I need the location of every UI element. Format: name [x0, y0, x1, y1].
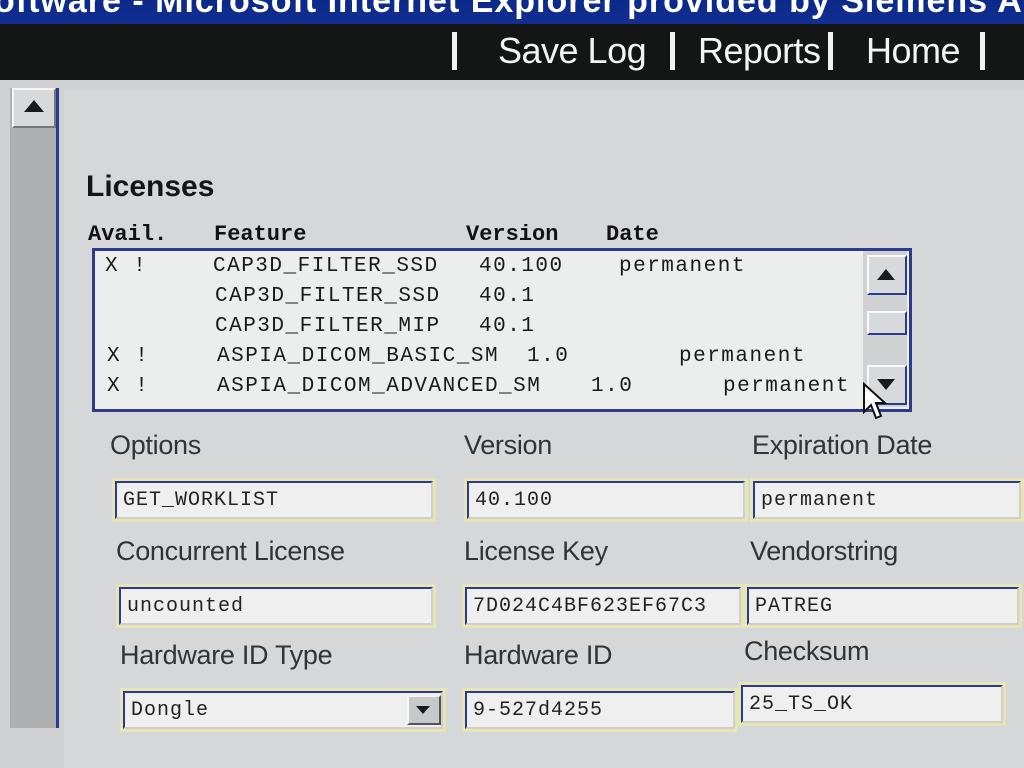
license-feature: ASPIA_DICOM_BASIC_SM — [217, 345, 500, 368]
reports-link[interactable]: Reports — [698, 30, 821, 72]
nav-separator — [980, 32, 985, 70]
nav-separator — [828, 32, 833, 70]
license-date: permanent — [619, 255, 746, 278]
expiration-date-field-wrap — [750, 478, 1024, 522]
hardware-id-label: Hardware ID — [464, 640, 613, 670]
license-feature: CAP3D_FILTER_SSD — [213, 255, 439, 278]
column-header-feature: Feature — [214, 222, 307, 247]
concurrent-license-field[interactable] — [119, 587, 433, 625]
page-body: Licenses Avail. Feature Version Date X !… — [0, 80, 1024, 768]
license-avail: X ! — [107, 345, 150, 368]
license-feature: CAP3D_FILTER_MIP — [215, 315, 441, 338]
arrow-up-icon — [24, 100, 44, 112]
concurrent-license-label: Concurrent License — [116, 536, 345, 566]
license-key-field[interactable] — [465, 587, 741, 625]
version-field[interactable] — [467, 481, 745, 519]
window-title-bar: oftware - Microsoft Internet Explorer pr… — [0, 0, 1024, 24]
expiration-date-field[interactable] — [753, 481, 1021, 519]
nav-separator — [452, 32, 457, 70]
vendorstring-field-wrap — [744, 584, 1022, 628]
licenses-heading: Licenses — [86, 170, 215, 203]
top-navigation: Save Log Reports Home — [0, 24, 1024, 80]
expiration-date-label: Expiration Date — [752, 430, 933, 460]
options-field[interactable] — [115, 481, 433, 519]
arrow-up-icon — [877, 269, 895, 280]
checksum-field[interactable] — [741, 685, 1003, 723]
license-row[interactable]: CAP3D_FILTER_MIP 40.1 — [95, 315, 855, 343]
list-scroll-thumb[interactable] — [867, 311, 907, 335]
licenses-listbox[interactable]: X ! CAP3D_FILTER_SSD 40.100 permanent CA… — [92, 248, 912, 412]
license-date: permanent — [723, 375, 850, 398]
license-version: 40.1 — [479, 315, 536, 338]
license-key-field-wrap — [462, 584, 744, 628]
license-version: 1.0 — [527, 345, 570, 368]
column-header-version: Version — [466, 222, 559, 247]
list-scroll-up-button[interactable] — [867, 255, 907, 295]
column-header-avail: Avail. — [88, 222, 168, 247]
save-log-link[interactable]: Save Log — [498, 30, 647, 72]
page-scrollbar[interactable] — [10, 88, 59, 728]
chevron-down-icon — [416, 706, 430, 714]
nav-separator — [670, 32, 675, 70]
license-row[interactable]: X ! ASPIA_DICOM_BASIC_SM 1.0 permanent — [95, 345, 855, 373]
license-avail: X ! — [107, 375, 150, 398]
vendorstring-label: Vendorstring — [750, 536, 898, 566]
hardware-id-type-label: Hardware ID Type — [120, 640, 333, 670]
license-version: 1.0 — [591, 375, 634, 398]
license-version: 40.100 — [479, 255, 564, 278]
version-label: Version — [464, 430, 552, 460]
license-row[interactable]: CAP3D_FILTER_SSD 40.1 — [95, 285, 855, 313]
concurrent-license-field-wrap — [116, 584, 436, 628]
options-label: Options — [110, 430, 201, 460]
license-version: 40.1 — [479, 285, 536, 308]
license-panel: Licenses Avail. Feature Version Date X !… — [64, 90, 1024, 768]
options-field-wrap — [112, 478, 436, 522]
home-link[interactable]: Home — [866, 30, 961, 72]
license-avail: X ! — [105, 255, 148, 278]
hardware-id-field-wrap — [462, 688, 738, 732]
mouse-pointer-icon — [863, 382, 888, 420]
page-scroll-up-button[interactable] — [12, 88, 56, 128]
license-row[interactable]: X ! CAP3D_FILTER_SSD 40.100 permanent — [95, 255, 855, 283]
checksum-label: Checksum — [744, 636, 870, 666]
license-row[interactable]: X ! ASPIA_DICOM_ADVANCED_SM 1.0 permanen… — [95, 375, 855, 403]
window-title: oftware - Microsoft Internet Explorer pr… — [0, 0, 1024, 20]
dropdown-button[interactable] — [407, 695, 441, 725]
column-header-date: Date — [606, 222, 659, 247]
hardware-id-type-select-wrap — [120, 688, 446, 732]
checksum-field-wrap — [738, 682, 1006, 726]
version-field-wrap — [464, 478, 748, 522]
hardware-id-field[interactable] — [465, 691, 735, 729]
hardware-id-type-select[interactable] — [123, 691, 443, 729]
vendorstring-field[interactable] — [747, 587, 1019, 625]
license-feature: ASPIA_DICOM_ADVANCED_SM — [217, 375, 542, 398]
license-feature: CAP3D_FILTER_SSD — [215, 285, 441, 308]
license-key-label: License Key — [464, 536, 608, 566]
license-date: permanent — [679, 345, 806, 368]
